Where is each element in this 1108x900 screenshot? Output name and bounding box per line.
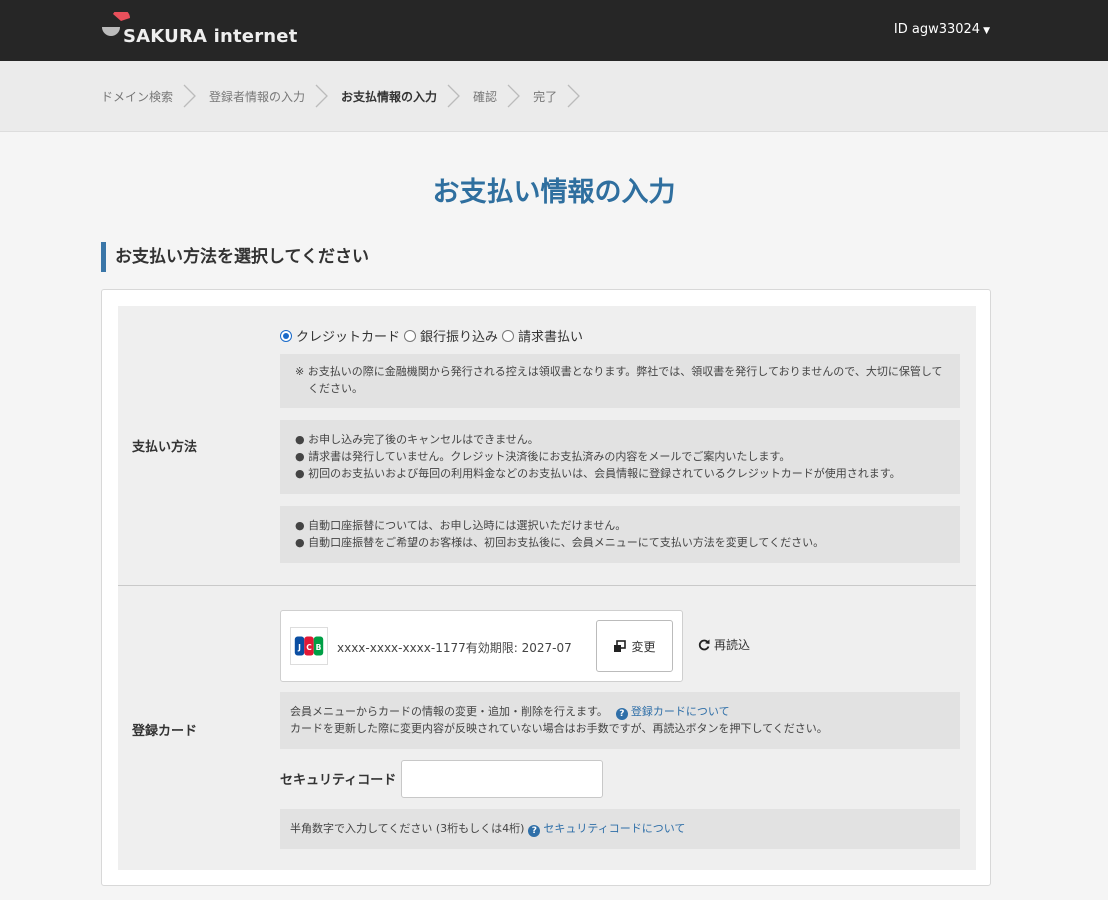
top-bar: SAKURA internet ID agw33024 ▼ xyxy=(0,0,1108,61)
chevron-right-icon xyxy=(183,84,196,108)
card-info-note: 会員メニューからカードの情報の変更・追加・削除を行えます。? 登録カードについて … xyxy=(280,692,960,749)
user-account-menu[interactable]: ID agw33024 ▼ xyxy=(894,22,990,37)
payment-panel: 支払い方法 クレジットカード 銀行振り込み 請求書払い ※ お支払いの際に金融機… xyxy=(101,289,991,886)
radio-unchecked-icon xyxy=(404,329,417,342)
chevron-right-icon xyxy=(507,84,520,108)
breadcrumb-step-registrant: 登録者情報の入力 xyxy=(209,89,306,104)
radio-credit-card[interactable]: クレジットカード xyxy=(280,326,400,345)
caret-down-icon: ▼ xyxy=(983,26,990,36)
card-info-text: 会員メニューからカードの情報の変更・追加・削除を行えます。 xyxy=(290,705,608,718)
receipt-note: ※ お支払いの際に金融機関から発行される控えは領収書となります。弊社では、領収書… xyxy=(280,354,960,408)
svg-text:J: J xyxy=(297,643,301,652)
jcb-card-icon: J C B xyxy=(290,627,328,665)
payment-form: 支払い方法 クレジットカード 銀行振り込み 請求書払い ※ お支払いの際に金融機… xyxy=(118,306,976,870)
card-info-line: 会員メニューからカードの情報の変更・追加・削除を行えます。? 登録カードについて xyxy=(290,703,950,720)
row-divider xyxy=(118,585,976,586)
help-icon: ? xyxy=(528,825,541,837)
security-code-hint-line: 半角数字で入力してください (3桁もしくは4桁)? セキュリティコードについて xyxy=(290,820,950,837)
card-expiry: 有効期限: 2027-07 xyxy=(465,641,572,655)
section-heading: お支払い方法を選択してください xyxy=(101,242,369,272)
auto-debit-notes: ● 自動口座振替については、お申し込時には選択いただけません。 ● 自動口座振替… xyxy=(280,506,960,563)
change-card-button[interactable]: 変更 xyxy=(596,620,673,672)
breadcrumb-step-complete: 完了 xyxy=(533,89,558,104)
reload-icon xyxy=(698,639,710,650)
registered-card-label: 登録カード xyxy=(132,724,198,739)
sakura-logo[interactable]: SAKURA internet xyxy=(101,10,297,50)
radio-checked-icon xyxy=(280,329,292,342)
svg-text:B: B xyxy=(316,643,322,652)
radio-bank-transfer[interactable]: 銀行振り込み xyxy=(404,326,498,345)
note-line: ● 自動口座振替をご希望のお客様は、初回お支払後に、会員メニューにて支払い方法を… xyxy=(295,536,825,549)
page-title: お支払い情報の入力 xyxy=(432,177,676,208)
external-window-icon xyxy=(614,639,627,652)
radio-unchecked-icon xyxy=(502,329,515,342)
svg-text:C: C xyxy=(306,643,312,652)
radio-invoice[interactable]: 請求書払い xyxy=(502,326,583,345)
security-code-input[interactable] xyxy=(401,760,603,798)
help-icon: ? xyxy=(615,708,628,720)
reload-button[interactable]: 再読込 xyxy=(698,636,750,653)
security-code-label: セキュリティコード xyxy=(280,773,397,788)
brand-name: SAKURA internet xyxy=(123,26,298,47)
change-card-button-label: 変更 xyxy=(631,639,656,654)
security-code-hint: 半角数字で入力してください (3桁もしくは4桁) xyxy=(290,822,525,835)
breadcrumb: ドメイン検索 登録者情報の入力 お支払情報の入力 確認 完了 xyxy=(101,61,593,131)
card-refresh-text: カードを更新した際に変更内容が反映されていない場合はお手数ですが、再読込ボタンを… xyxy=(290,722,828,735)
user-id-label: ID agw33024 xyxy=(893,22,981,37)
breadcrumb-step-domain-search: ドメイン検索 xyxy=(101,89,174,104)
breadcrumb-bar: ドメイン検索 登録者情報の入力 お支払情報の入力 確認 完了 xyxy=(0,61,1108,132)
card-number: xxxx-xxxx-xxxx-1177 xyxy=(337,641,466,655)
payment-method-label: 支払い方法 xyxy=(132,440,198,455)
security-code-note: 半角数字で入力してください (3桁もしくは4桁)? セキュリティコードについて xyxy=(280,809,960,849)
chevron-right-icon xyxy=(567,84,580,108)
note-line: ● お申し込み完了後のキャンセルはできません。 xyxy=(295,433,539,446)
chevron-right-icon xyxy=(315,84,328,108)
chevron-right-icon xyxy=(447,84,460,108)
note-line: ● 自動口座振替については、お申し込時には選択いただけません。 xyxy=(295,519,627,532)
receipt-note-text: ※ お支払いの際に金融機関から発行される控えは領収書となります。弊社では、領収書… xyxy=(295,365,943,395)
note-line: ● 請求書は発行していません。クレジット決済後にお支払済みの内容をメールでご案内… xyxy=(295,450,791,463)
card-info: xxxx-xxxx-xxxx-1177有効期限: 2027-07 xyxy=(337,639,572,656)
payment-method-options: クレジットカード 銀行振り込み 請求書払い xyxy=(280,326,587,345)
registered-card-box: J C B xxxx-xxxx-xxxx-1177有効期限: 2027-07 変… xyxy=(280,610,683,682)
registered-card-help-link[interactable]: 登録カードについて xyxy=(631,705,730,718)
radio-credit-card-label: クレジットカード xyxy=(296,330,401,345)
radio-invoice-label: 請求書払い xyxy=(518,330,584,345)
reload-button-label: 再読込 xyxy=(714,638,751,652)
security-code-help-link[interactable]: セキュリティコードについて xyxy=(543,822,685,835)
credit-card-notes: ● お申し込み完了後のキャンセルはできません。 ● 請求書は発行していません。ク… xyxy=(280,420,960,494)
breadcrumb-step-confirm: 確認 xyxy=(473,89,498,104)
radio-bank-transfer-label: 銀行振り込み xyxy=(420,330,499,345)
note-line: ● 初回のお支払いおよび毎回の利用料金などのお支払いは、会員情報に登録されている… xyxy=(295,467,901,480)
breadcrumb-step-payment: お支払情報の入力 xyxy=(341,89,438,104)
